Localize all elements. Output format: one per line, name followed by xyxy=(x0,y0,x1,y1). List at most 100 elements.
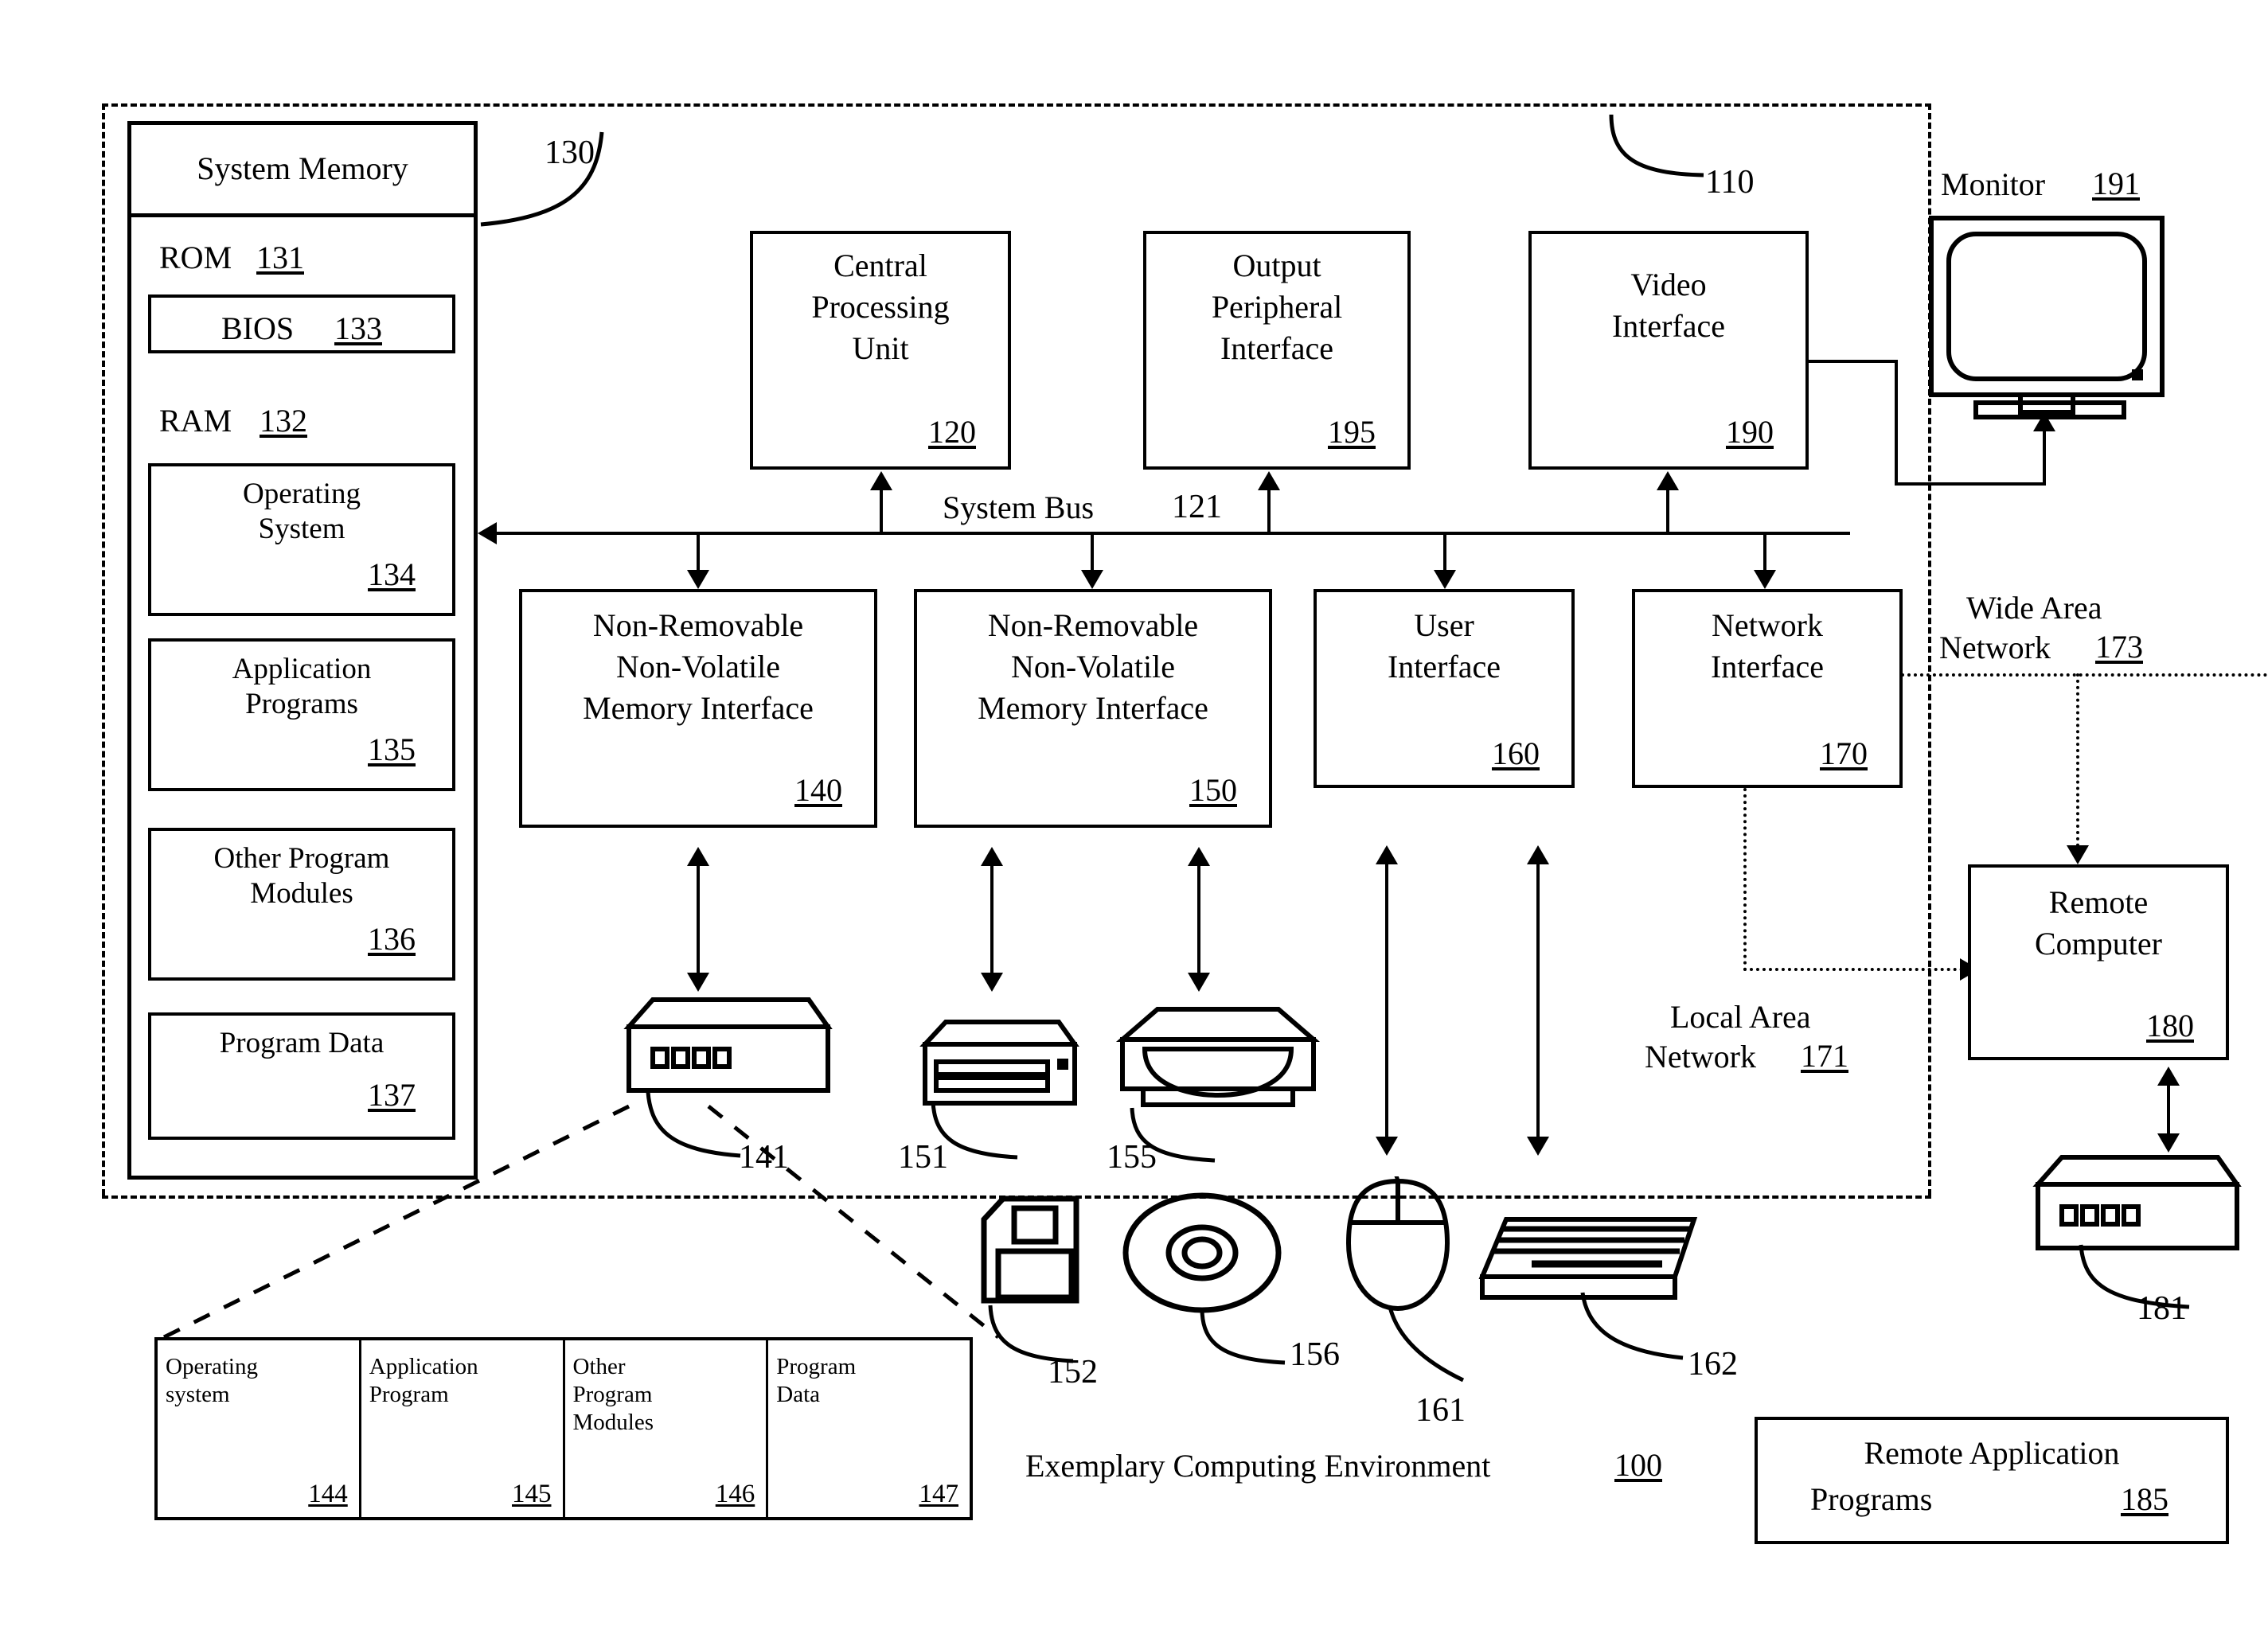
cell-147-ref: 147 xyxy=(919,1480,959,1508)
network-interface-box: Network Interface 170 xyxy=(1632,589,1903,788)
opi-line3: Interface xyxy=(1220,330,1334,366)
system-bus-label: System Bus xyxy=(943,490,1095,525)
cell-144-ref: 144 xyxy=(308,1480,348,1508)
optical-drive-icon xyxy=(1114,1001,1321,1113)
table-cell-146: Other Program Modules 146 xyxy=(565,1340,769,1517)
cpu-line2: Processing xyxy=(811,289,950,325)
network-interface-ref: 170 xyxy=(1820,735,1868,771)
if150-line2: Non-Volatile xyxy=(1011,649,1175,685)
user-interface-box: User Interface 160 xyxy=(1314,589,1575,788)
ref-161: 161 xyxy=(1415,1392,1466,1429)
bus-stub-if170 xyxy=(1763,532,1766,573)
application-programs-box: Application Programs 135 xyxy=(148,638,455,791)
remote-computer-ref: 180 xyxy=(2146,1008,2194,1043)
arrow-160-up xyxy=(1376,845,1398,864)
system-bus-line xyxy=(497,532,1850,535)
arrow-150b-up xyxy=(1188,847,1210,866)
bus-stub-video xyxy=(1666,490,1669,533)
bus-stub-if140 xyxy=(697,532,700,573)
cell-144-line1: Operating xyxy=(166,1354,258,1379)
cell-145-ref: 145 xyxy=(512,1480,552,1508)
other-program-modules-ref: 136 xyxy=(368,921,416,957)
cell-147-line2: Data xyxy=(776,1381,820,1407)
if150-ref: 150 xyxy=(1189,772,1237,808)
system-bus-ref: 121 xyxy=(1172,489,1222,525)
ref-130: 130 xyxy=(545,135,595,171)
monitor-ref: 191 xyxy=(2092,166,2140,201)
if140-ref: 140 xyxy=(794,772,842,808)
mouse-icon xyxy=(1342,1176,1454,1320)
wan-line1: Wide Area xyxy=(1966,590,2102,626)
ref-110: 110 xyxy=(1705,164,1755,201)
arrow-140-shaft xyxy=(697,864,700,976)
floppy-drive-icon xyxy=(914,1012,1083,1108)
user-interface-line1: User xyxy=(1414,607,1474,643)
opi-line1: Output xyxy=(1232,248,1321,283)
expansion-leader-lines xyxy=(162,1104,1000,1340)
arrow-150a-up xyxy=(981,847,1003,866)
cell-144-line2: system xyxy=(166,1381,230,1407)
arrow-160-down xyxy=(1376,1137,1398,1156)
callout-line-156 xyxy=(1200,1308,1286,1365)
nonvolatile-memory-interface-150-box: Non-Removable Non-Volatile Memory Interf… xyxy=(914,589,1272,828)
if140-line2: Non-Volatile xyxy=(616,649,780,685)
wan-dotted-h xyxy=(1901,673,2268,677)
ref-156: 156 xyxy=(1290,1336,1340,1373)
operating-system-box: Operating System 134 xyxy=(148,463,455,616)
cpu-ref: 120 xyxy=(928,414,976,450)
wan-dotted-v xyxy=(2076,673,2079,853)
table-cell-147: Program Data 147 xyxy=(768,1340,970,1517)
cell-146-line3: Modules xyxy=(572,1409,654,1435)
application-programs-ref: 135 xyxy=(368,731,416,767)
bios-label: BIOS xyxy=(221,310,295,346)
remote-apps-line2: Programs xyxy=(1810,1481,1933,1517)
opi-line2: Peripheral xyxy=(1211,289,1343,325)
nonvolatile-memory-interface-140-box: Non-Removable Non-Volatile Memory Interf… xyxy=(519,589,877,828)
system-bus-arrow-left xyxy=(478,522,497,544)
arrow-160-shaft xyxy=(1385,863,1388,1140)
arrow-180-up xyxy=(2157,1067,2180,1086)
table-cell-144: Operating system 144 xyxy=(158,1340,361,1517)
storage-contents-table: Operating system 144 Application Program… xyxy=(154,1337,973,1520)
opi-ref: 195 xyxy=(1328,414,1376,450)
ref-155: 155 xyxy=(1107,1139,1157,1176)
figure-caption-ref: 100 xyxy=(1614,1447,1662,1483)
ref-181: 181 xyxy=(2137,1290,2187,1327)
if140-line3: Memory Interface xyxy=(583,690,814,726)
bus-arrow-if170 xyxy=(1754,570,1776,589)
output-peripheral-interface-box: Output Peripheral Interface 195 xyxy=(1143,231,1411,470)
wan-line2: Network xyxy=(1939,630,2051,665)
patent-figure: 110 System Memory 130 ROM 131 BIOS 133 R… xyxy=(0,0,2268,1646)
operating-system-ref: 134 xyxy=(368,556,416,592)
arrow-140-up xyxy=(687,847,709,866)
other-program-modules-line1: Other Program xyxy=(213,842,390,875)
arrow-140-down xyxy=(687,973,709,992)
wan-arrow xyxy=(2067,845,2089,864)
video-to-monitor-v xyxy=(1895,360,1898,486)
bios-ref: 133 xyxy=(334,310,382,346)
arrow-150b-down xyxy=(1188,973,1210,992)
bus-arrow-cpu xyxy=(870,471,892,490)
rom-label: ROM xyxy=(159,240,232,275)
video-to-monitor-h2 xyxy=(1895,482,2046,486)
lan-line1: Local Area xyxy=(1670,999,1811,1035)
remote-computer-line1: Remote xyxy=(2048,884,2149,920)
cell-146-ref: 146 xyxy=(715,1480,755,1508)
lan-line2: Network xyxy=(1645,1039,1756,1075)
hard-disk-drive-icon xyxy=(611,993,842,1105)
remote-apps-line1: Remote Application xyxy=(1864,1435,2120,1471)
bus-arrow-if150 xyxy=(1081,570,1103,589)
operating-system-line2: System xyxy=(258,513,345,545)
cpu-line1: Central xyxy=(833,248,927,283)
remote-application-programs-box: Remote Application Programs 185 xyxy=(1755,1417,2229,1544)
arrow-180-shaft xyxy=(2167,1084,2170,1138)
computer-boundary-left xyxy=(102,103,105,1195)
callout-line-162 xyxy=(1580,1292,1684,1360)
bus-stub-if150 xyxy=(1091,532,1094,573)
central-processing-unit-box: Central Processing Unit 120 xyxy=(750,231,1011,470)
application-programs-line1: Application xyxy=(232,653,372,685)
remote-computer-box: Remote Computer 180 xyxy=(1968,864,2229,1060)
arrow-180-down xyxy=(2157,1133,2180,1153)
arrow-162-shaft xyxy=(1536,863,1540,1140)
network-interface-line1: Network xyxy=(1712,607,1823,643)
